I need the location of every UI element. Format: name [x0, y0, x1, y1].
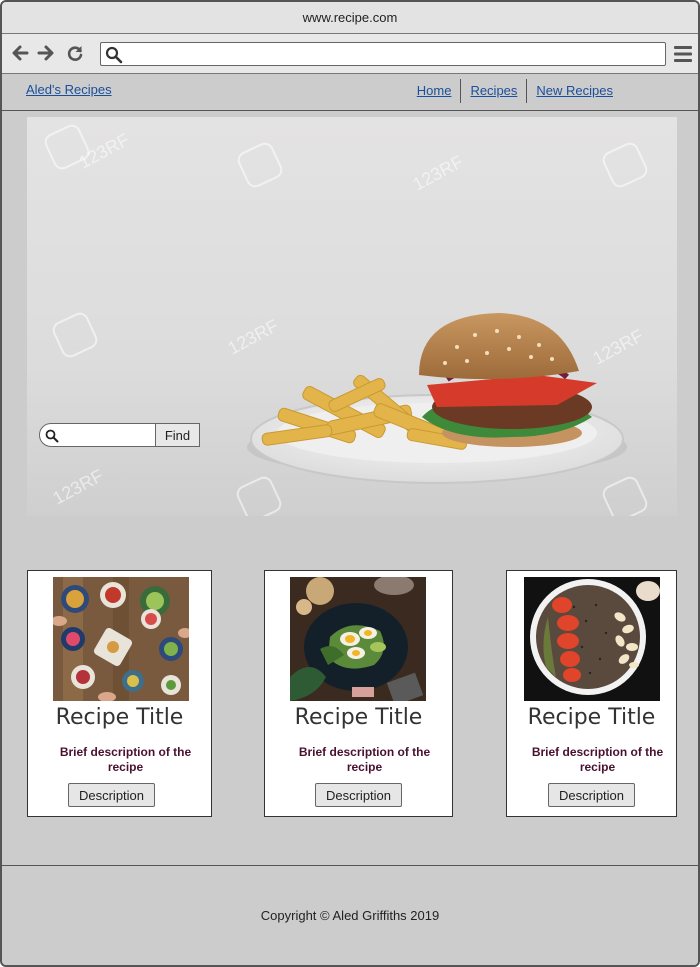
nav-new-recipes-link[interactable]: New Recipes — [536, 83, 613, 98]
recipe-description: Brief description of the recipe — [298, 745, 431, 774]
burger-and-fries-photo: 123RF 123RF 123RF 123RF 123RF — [44, 124, 648, 516]
hero-image: 123RF 123RF 123RF 123RF 123RF Find — [27, 117, 677, 516]
recipe-thumbnail-smoothie-bowl — [524, 577, 660, 701]
back-arrow-icon[interactable] — [10, 43, 30, 63]
hero-search-input[interactable] — [62, 427, 150, 443]
page-url-title: www.recipe.com — [302, 10, 398, 25]
recipe-card: Recipe Title Brief description of the re… — [264, 570, 453, 817]
description-button[interactable]: Description — [68, 783, 155, 807]
recipe-description: Brief description of the recipe — [59, 745, 192, 774]
svg-text:123RF: 123RF — [589, 326, 646, 369]
hero-search-field[interactable] — [39, 423, 156, 447]
recipe-card: Recipe Title Brief description of the re… — [27, 570, 212, 817]
description-button[interactable]: Description — [548, 783, 635, 807]
browser-toolbar — [2, 34, 698, 74]
svg-text:123RF: 123RF — [49, 466, 106, 509]
recipe-thumbnail-feast — [53, 577, 189, 701]
window-titlebar: www.recipe.com — [2, 2, 698, 34]
search-icon — [105, 46, 123, 64]
recipe-title: Recipe Title — [294, 705, 423, 730]
hamburger-menu-icon[interactable] — [673, 44, 693, 64]
recipe-title: Recipe Title — [55, 705, 184, 730]
hero-search: Find — [39, 423, 201, 447]
svg-text:123RF: 123RF — [224, 316, 281, 359]
description-button[interactable]: Description — [315, 783, 402, 807]
nav-recipes-link[interactable]: Recipes — [470, 83, 517, 98]
browser-window: www.recipe.com Aled's Recipes Home Recip… — [0, 0, 700, 967]
recipe-card: Recipe Title Brief description of the re… — [506, 570, 677, 817]
brand-link[interactable]: Aled's Recipes — [26, 82, 112, 97]
site-navigation: Aled's Recipes Home Recipes New Recipes — [2, 75, 698, 111]
page-footer: Copyright © Aled Griffiths 2019 — [2, 865, 698, 965]
forward-arrow-icon[interactable] — [36, 43, 56, 63]
nav-links: Home Recipes New Recipes — [408, 79, 622, 103]
svg-text:123RF: 123RF — [409, 152, 466, 195]
find-button[interactable]: Find — [155, 423, 200, 447]
reload-icon[interactable] — [65, 43, 85, 63]
recipe-thumbnail-salad — [290, 577, 426, 701]
recipe-title: Recipe Title — [527, 705, 656, 730]
svg-text:123RF: 123RF — [75, 130, 132, 173]
recipe-description: Brief description of the recipe — [531, 745, 664, 774]
address-input[interactable] — [127, 45, 657, 63]
address-bar[interactable] — [100, 42, 666, 66]
nav-home-link[interactable]: Home — [417, 83, 452, 98]
search-icon — [45, 429, 59, 443]
copyright-text: Copyright © Aled Griffiths 2019 — [260, 908, 440, 923]
